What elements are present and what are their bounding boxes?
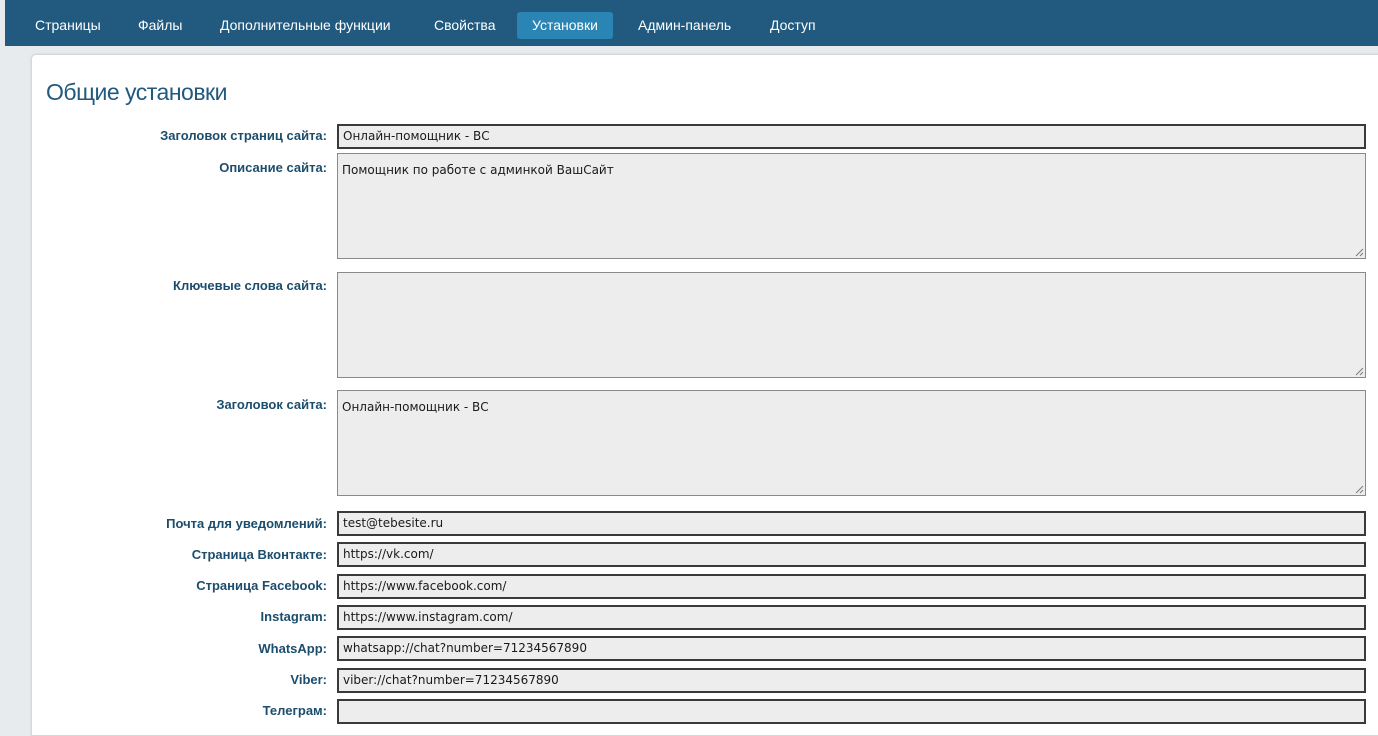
telegram-input[interactable] xyxy=(337,699,1366,724)
site-heading-textarea[interactable]: Онлайн-помощник - ВС xyxy=(337,390,1366,496)
nav-item-files[interactable]: Файлы xyxy=(123,12,197,39)
notification-email-input[interactable]: test@tebesite.ru xyxy=(337,511,1366,536)
notification-email-label: Почта для уведомлений: xyxy=(166,516,327,531)
whatsapp-label: WhatsApp: xyxy=(258,641,327,656)
page-title: Общие установки xyxy=(46,79,227,105)
vk-page-input[interactable]: https://vk.com/ xyxy=(337,542,1366,567)
site-description-value: Помощник по работе с админкой ВашСайт xyxy=(342,163,614,177)
resize-grip-icon[interactable] xyxy=(1354,366,1364,376)
nav-item-properties[interactable]: Свойства xyxy=(419,12,510,39)
nav-item-admin-panel[interactable]: Админ-панель xyxy=(623,12,746,39)
resize-grip-icon[interactable] xyxy=(1354,247,1364,257)
instagram-label: Instagram: xyxy=(260,609,327,624)
nav-item-access[interactable]: Доступ xyxy=(755,12,831,39)
site-page-title-input[interactable]: Онлайн-помощник - ВС xyxy=(337,124,1366,149)
site-heading-value: Онлайн-помощник - ВС xyxy=(342,400,489,414)
site-page-title-label: Заголовок страниц сайта: xyxy=(160,128,327,143)
vk-page-label: Страница Вконтакте: xyxy=(191,547,327,562)
site-description-label: Описание сайта: xyxy=(219,160,327,175)
facebook-page-input[interactable]: https://www.facebook.com/ xyxy=(337,574,1366,599)
resize-grip-icon[interactable] xyxy=(1354,484,1364,494)
instagram-input[interactable]: https://www.instagram.com/ xyxy=(337,605,1366,630)
site-description-textarea[interactable]: Помощник по работе с админкой ВашСайт xyxy=(337,153,1366,259)
viber-input[interactable]: viber://chat?number=71234567890 xyxy=(337,668,1366,693)
site-heading-label: Заголовок сайта: xyxy=(216,397,327,412)
site-keywords-textarea[interactable] xyxy=(337,272,1366,378)
nav-item-extra-functions[interactable]: Дополнительные функции xyxy=(205,12,406,39)
nav-item-settings[interactable]: Установки xyxy=(517,12,613,39)
site-keywords-label: Ключевые слова сайта: xyxy=(173,278,327,293)
telegram-label: Телеграм: xyxy=(262,703,327,718)
viber-label: Viber: xyxy=(290,672,327,687)
whatsapp-input[interactable]: whatsapp://chat?number=71234567890 xyxy=(337,636,1366,661)
facebook-page-label: Страница Facebook: xyxy=(196,578,327,593)
nav-item-pages[interactable]: Страницы xyxy=(20,12,116,39)
